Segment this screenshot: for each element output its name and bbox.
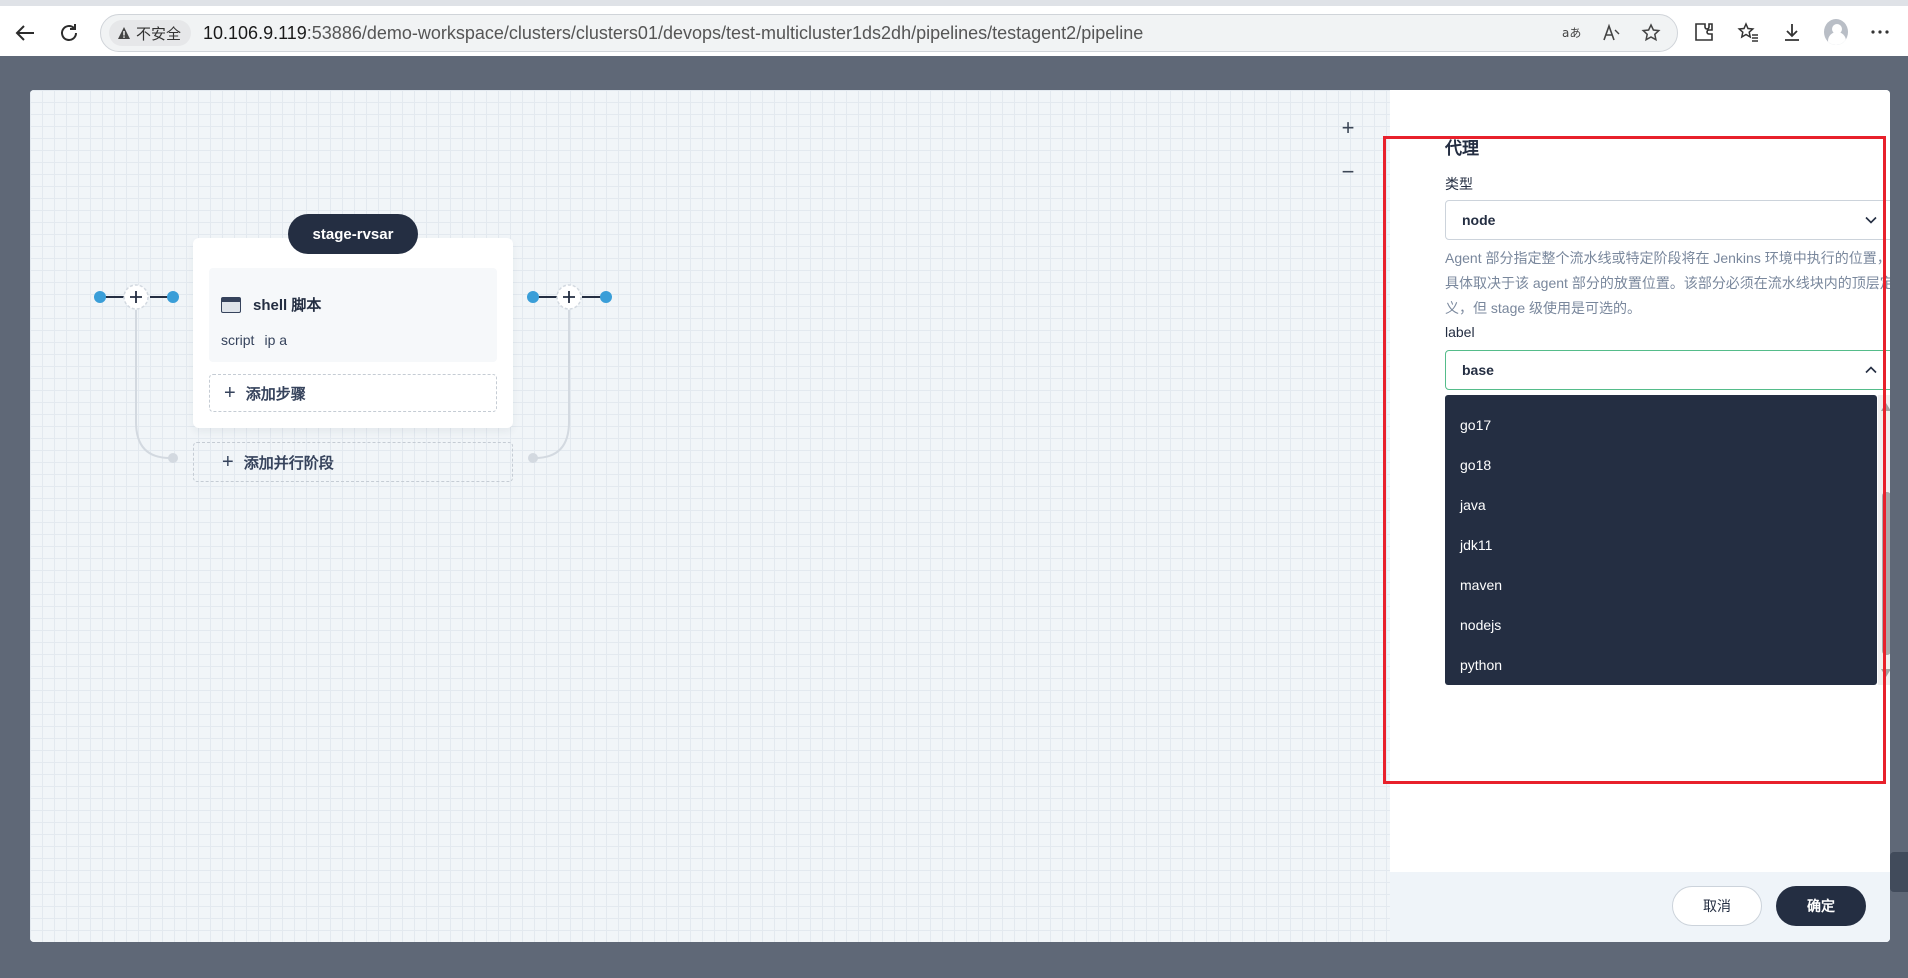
pipeline-connectors bbox=[94, 284, 612, 463]
favorites-icon[interactable] bbox=[1736, 20, 1760, 44]
security-indicator[interactable]: 不安全 bbox=[109, 20, 192, 46]
text-size-icon[interactable] bbox=[1599, 21, 1623, 45]
plus-icon: + bbox=[222, 451, 234, 473]
step-detail: script ip a bbox=[221, 332, 287, 348]
add-step-button[interactable]: + 添加步骤 bbox=[209, 374, 497, 412]
browser-toolbar: 不安全 10.106.9.119:53886/demo-workspace/cl… bbox=[0, 0, 1908, 56]
reload-button[interactable] bbox=[52, 16, 86, 50]
url-text[interactable]: 10.106.9.119:53886/demo-workspace/cluste… bbox=[203, 23, 1143, 44]
warning-icon bbox=[118, 27, 130, 39]
svg-text:aあ: aあ bbox=[1562, 26, 1581, 40]
profile-avatar[interactable] bbox=[1824, 19, 1848, 45]
panel-footer: 取消 确定 bbox=[1390, 872, 1890, 942]
more-menu-icon[interactable] bbox=[1868, 20, 1892, 44]
back-button[interactable] bbox=[8, 16, 42, 50]
terminal-icon bbox=[221, 296, 241, 313]
stage-card[interactable]: shell 脚本 script ip a + 添加步骤 bbox=[193, 238, 513, 428]
step-value: ip a bbox=[264, 332, 288, 348]
step-shell-script[interactable]: shell 脚本 script ip a bbox=[209, 268, 497, 362]
plus-icon: + bbox=[224, 382, 236, 404]
url-host: 10.106.9.119 bbox=[203, 22, 307, 43]
add-parallel-stage-button[interactable]: + 添加并行阶段 bbox=[193, 442, 513, 482]
reload-icon bbox=[61, 24, 77, 41]
favorite-star-icon[interactable] bbox=[1639, 21, 1663, 45]
annotation-highlight-box bbox=[1383, 136, 1886, 784]
stage-name-badge[interactable]: stage-rvsar bbox=[288, 214, 418, 254]
downloads-icon[interactable] bbox=[1780, 20, 1804, 44]
read-aloud-icon[interactable]: aあ bbox=[1559, 21, 1583, 45]
insecure-label: 不安全 bbox=[136, 25, 182, 43]
step-title-text: shell 脚本 bbox=[253, 297, 322, 314]
left-connector bbox=[94, 284, 179, 463]
extensions-icon[interactable] bbox=[1692, 20, 1716, 44]
add-step-label: 添加步骤 bbox=[245, 385, 306, 403]
step-title: shell 脚本 bbox=[221, 294, 321, 315]
side-tool-tab[interactable] bbox=[1890, 852, 1908, 892]
url-path: :53886/demo-workspace/clusters/clusters0… bbox=[306, 22, 1144, 43]
pipeline-canvas[interactable]: + − shell 脚本 script ip a + 添加步骤 stage-rv… bbox=[30, 90, 1390, 942]
right-connector bbox=[527, 284, 612, 463]
add-parallel-label: 添加并行阶段 bbox=[243, 454, 334, 472]
arrow-left-icon bbox=[15, 25, 34, 41]
address-bar[interactable]: 不安全 10.106.9.119:53886/demo-workspace/cl… bbox=[100, 14, 1678, 52]
avatar bbox=[1824, 19, 1848, 45]
step-key: script bbox=[221, 332, 255, 348]
confirm-button[interactable]: 确定 bbox=[1776, 886, 1866, 926]
cancel-button[interactable]: 取消 bbox=[1672, 886, 1762, 926]
